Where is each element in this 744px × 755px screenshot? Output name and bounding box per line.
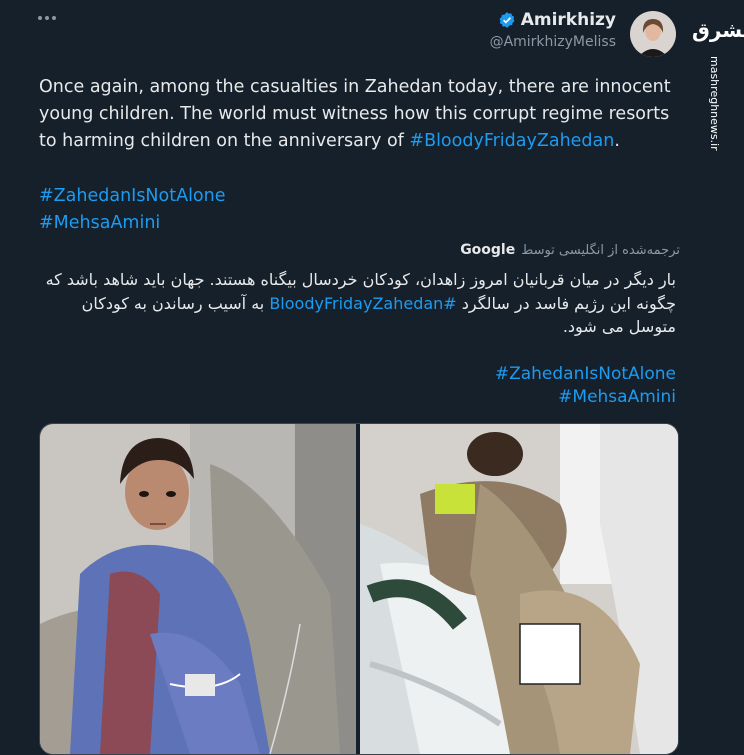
photo-child-on-stretcher[interactable] — [360, 424, 678, 754]
translated-text: بار دیگر در میان قربانیان امروز زاهدان، … — [45, 270, 676, 336]
watermark-site-text: mashreghnews.ir — [708, 56, 721, 151]
author-handle[interactable]: @AmirkhizyMeliss — [490, 34, 616, 50]
hashtag-link[interactable]: #MehsaAmini — [558, 387, 676, 407]
verified-badge-icon — [499, 12, 515, 28]
translated-by[interactable]: Google ترجمه‌شده از انگلیسی توسط — [460, 242, 680, 258]
translation-label: ترجمه‌شده از انگلیسی توسط — [521, 243, 680, 258]
avatar[interactable] — [630, 11, 676, 57]
hashtag-link[interactable]: #ZahedanIsNotAlone — [39, 186, 226, 206]
tweet-text: Once again, among the casualties in Zahe… — [39, 77, 671, 151]
author-block[interactable]: Amirkhizy @AmirkhizyMeliss — [490, 10, 616, 50]
translation-provider[interactable]: Google — [460, 242, 515, 258]
more-options-icon[interactable] — [38, 14, 60, 22]
hashtag-link[interactable]: #MehsaAmini — [39, 213, 160, 233]
hashtag-link[interactable]: #ZahedanIsNotAlone — [495, 364, 676, 384]
hashtag-link[interactable]: #BloodyFridayZahedan — [409, 131, 614, 151]
mashregh-logo: مشرق — [692, 18, 744, 42]
author-display-name[interactable]: Amirkhizy — [521, 10, 616, 30]
hashtag-link[interactable]: #BloodyFridayZahedan — [269, 294, 456, 313]
tweet-media[interactable] — [39, 423, 679, 755]
photo-boy-on-hospital-chair[interactable] — [40, 424, 356, 754]
